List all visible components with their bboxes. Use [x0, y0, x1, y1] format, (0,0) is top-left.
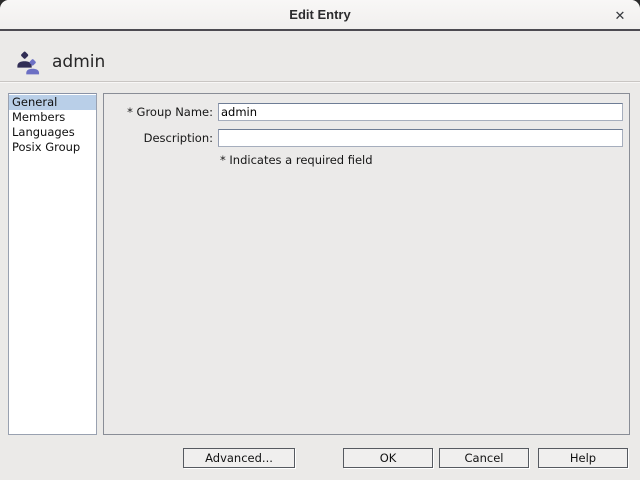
close-icon[interactable]: ✕	[610, 6, 630, 26]
required-field-note: * Indicates a required field	[220, 153, 373, 167]
entry-name: admin	[52, 52, 105, 72]
section-item-languages[interactable]: Languages	[9, 125, 96, 140]
edit-entry-dialog: Edit Entry ✕ admin General Members Langu…	[0, 0, 640, 480]
cancel-button[interactable]: Cancel	[439, 448, 529, 468]
section-item-posix-group[interactable]: Posix Group	[9, 140, 96, 155]
advanced-button[interactable]: Advanced...	[183, 448, 295, 468]
section-item-general[interactable]: General	[9, 95, 96, 110]
group-name-label: * Group Name:	[106, 103, 213, 121]
description-label: Description:	[106, 129, 213, 147]
description-input[interactable]	[218, 129, 623, 147]
ok-button[interactable]: OK	[343, 448, 433, 468]
titlebar: Edit Entry ✕	[0, 0, 640, 31]
group-name-input[interactable]	[218, 103, 623, 121]
group-people-icon	[15, 51, 41, 79]
section-item-members[interactable]: Members	[9, 110, 96, 125]
general-panel: * Group Name: Description: * Indicates a…	[103, 93, 630, 435]
window-title: Edit Entry	[289, 7, 350, 22]
section-list: General Members Languages Posix Group	[8, 93, 97, 435]
help-button[interactable]: Help	[538, 448, 628, 468]
header-separator	[0, 81, 640, 82]
